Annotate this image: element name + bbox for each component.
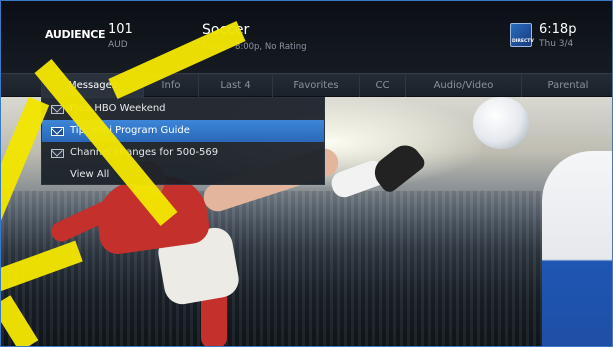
network-logo: AUDIENCE xyxy=(45,28,106,41)
soccer-ball xyxy=(473,97,529,149)
clock-date: Thu 3/4 xyxy=(539,39,574,49)
channel-banner: AUDIENCE 101 AUD Soccer 7:00p - 8:00p, N… xyxy=(1,1,612,73)
tab-cc[interactable]: CC xyxy=(359,74,405,97)
provider-logo-text: DIRECTV xyxy=(512,39,534,44)
program-details: 7:00p - 8:00p, No Rating xyxy=(202,42,307,52)
menu-item-free-hbo-weekend[interactable]: Free HBO Weekend xyxy=(42,98,324,120)
program-title: Soccer xyxy=(202,22,250,38)
menu-item-label: View All xyxy=(70,169,110,180)
messages-dropdown: Free HBO Weekend Tip: Mini Program Guide… xyxy=(41,97,325,185)
tab-messages[interactable]: Messages xyxy=(41,74,143,97)
menu-item-channel-changes[interactable]: Channel changes for 500-569 xyxy=(42,142,324,164)
tab-last-4[interactable]: Last 4 xyxy=(198,74,272,97)
menu-item-view-all[interactable]: View All xyxy=(42,164,324,186)
tab-audio-video[interactable]: Audio/Video xyxy=(405,74,521,97)
channel-number: 101 xyxy=(108,22,133,37)
menu-item-tip-mini-program-guide[interactable]: Tip: Mini Program Guide xyxy=(42,120,324,142)
menu-item-label: Channel changes for 500-569 xyxy=(70,147,219,158)
quick-menu-tabs: Messages Info Last 4 Favorites CC Audio/… xyxy=(1,73,612,97)
mail-icon xyxy=(51,149,64,158)
tab-favorites[interactable]: Favorites xyxy=(272,74,359,97)
tab-info[interactable]: Info xyxy=(143,74,198,97)
channel-call-sign: AUD xyxy=(108,40,128,50)
directv-logo-icon: DIRECTV xyxy=(510,23,534,47)
mail-icon xyxy=(51,127,64,136)
tab-parental[interactable]: Parental xyxy=(521,74,612,97)
opponent-player xyxy=(542,151,612,346)
menu-item-label: Free HBO Weekend xyxy=(70,103,166,114)
tv-screen: AUDIENCE 101 AUD Soccer 7:00p - 8:00p, N… xyxy=(0,0,613,347)
menu-item-label: Tip: Mini Program Guide xyxy=(70,125,190,136)
clock-time: 6:18p xyxy=(539,22,577,37)
mail-icon xyxy=(51,105,64,114)
